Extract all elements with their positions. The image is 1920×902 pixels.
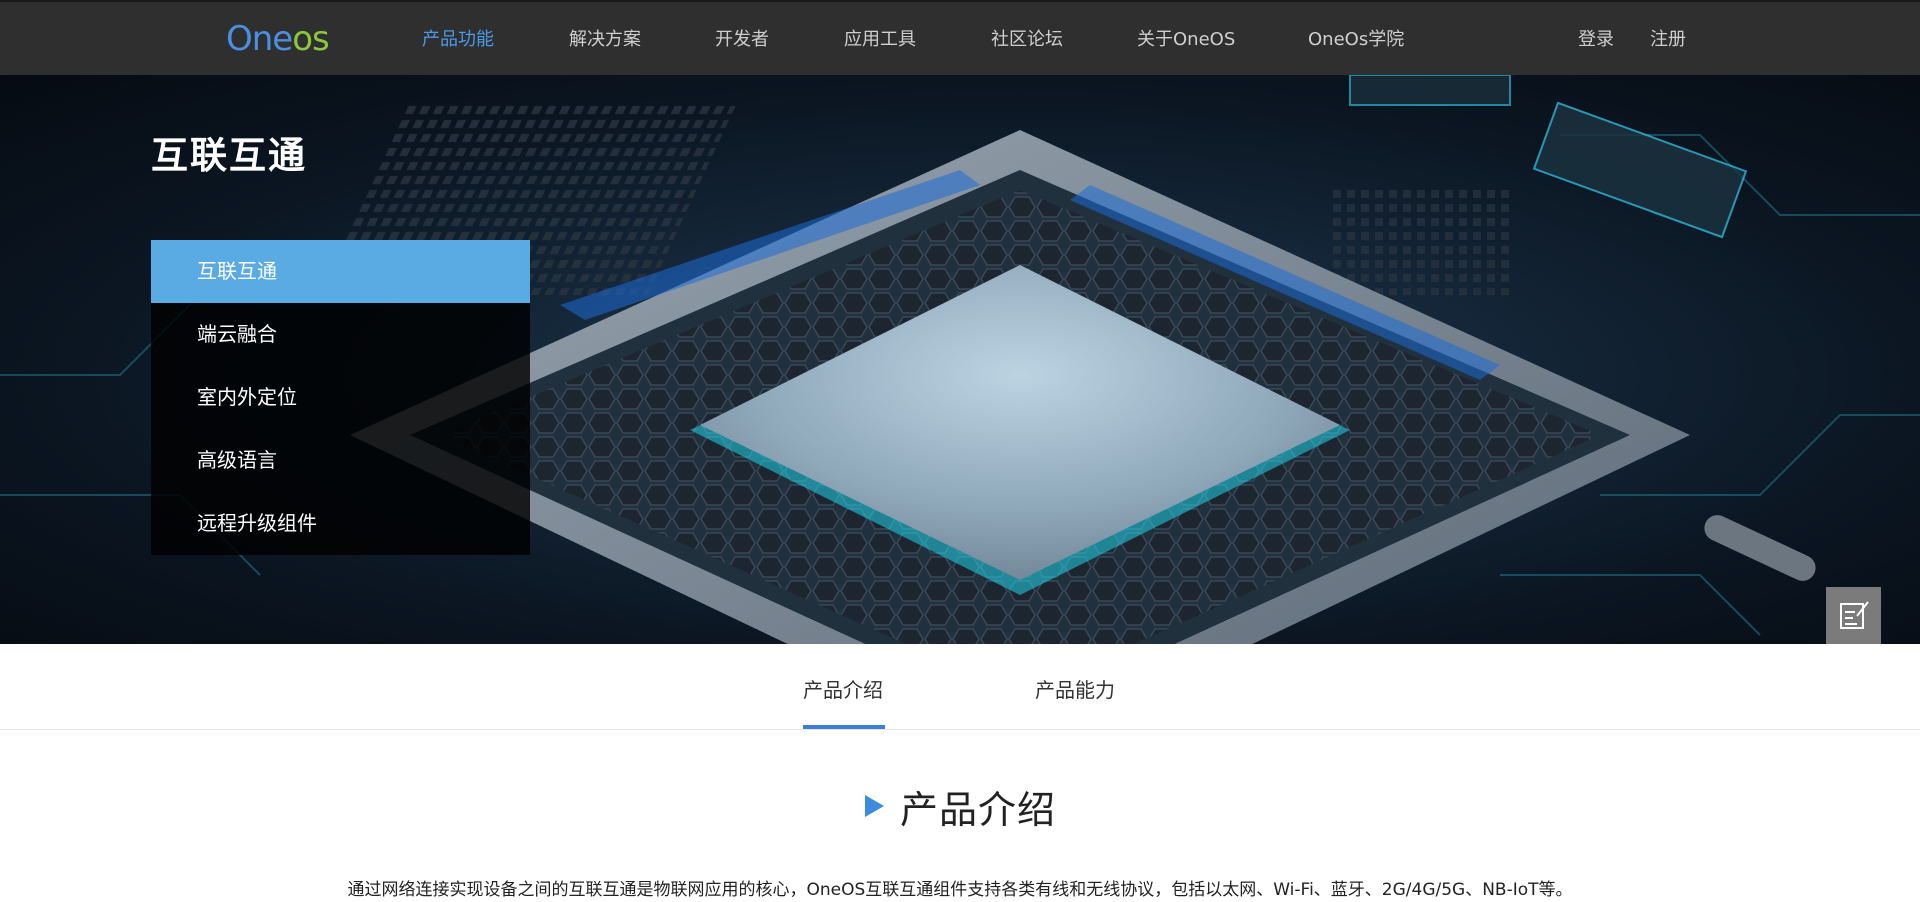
side-menu-item-positioning[interactable]: 室内外定位: [151, 366, 530, 429]
nav-item-app-tools[interactable]: 应用工具: [844, 2, 916, 77]
side-menu-item-advanced-language[interactable]: 高级语言: [151, 429, 530, 492]
content-tabs: 产品介绍 产品能力: [0, 644, 1920, 730]
nav-item-developers[interactable]: 开发者: [715, 2, 769, 77]
tab-product-capabilities[interactable]: 产品能力: [1035, 674, 1115, 703]
nav-item-community-forum[interactable]: 社区论坛: [991, 2, 1063, 77]
nav-item-solutions[interactable]: 解决方案: [569, 2, 641, 77]
hero-banner: 互联互通 互联互通 端云融合 室内外定位 高级语言 远程升级组件: [0, 75, 1920, 644]
play-triangle-icon: [865, 795, 884, 817]
side-menu: 互联互通 端云融合 室内外定位 高级语言 远程升级组件: [151, 240, 530, 555]
intro-paragraph: 通过网络连接实现设备之间的互联互通是物联网应用的核心，OneOS互联互通组件支持…: [347, 880, 1573, 900]
register-link[interactable]: 注册: [1650, 2, 1686, 77]
nav-item-about-oneos[interactable]: 关于OneOS: [1137, 2, 1235, 77]
page: Oneos 产品功能 解决方案 开发者 应用工具 社区论坛 关于OneOS On…: [0, 0, 1920, 902]
active-tab-indicator: [803, 725, 885, 729]
logo-text-os: os: [292, 19, 330, 59]
section-title: 产品介绍: [900, 787, 1057, 832]
feedback-button[interactable]: [1826, 587, 1881, 643]
nav-item-product-features[interactable]: 产品功能: [422, 2, 494, 77]
nav-item-oneos-academy[interactable]: OneOs学院: [1308, 2, 1404, 77]
side-menu-item-edge-cloud[interactable]: 端云融合: [151, 303, 530, 366]
side-menu-item-ota-upgrade[interactable]: 远程升级组件: [151, 492, 530, 555]
side-menu-item-interconnection[interactable]: 互联互通: [151, 240, 530, 303]
login-link[interactable]: 登录: [1578, 2, 1614, 77]
edit-note-icon: [1839, 601, 1869, 629]
logo-text-one: One: [226, 19, 293, 59]
tab-product-intro[interactable]: 产品介绍: [803, 674, 883, 703]
section-heading: 产品介绍: [865, 780, 1056, 832]
oneos-logo[interactable]: Oneos: [226, 17, 330, 61]
top-navigation: Oneos 产品功能 解决方案 开发者 应用工具 社区论坛 关于OneOS On…: [0, 0, 1920, 75]
hero-title: 互联互通: [151, 134, 307, 177]
